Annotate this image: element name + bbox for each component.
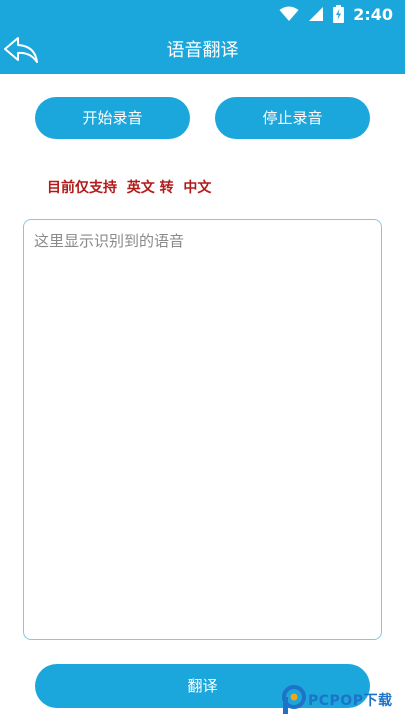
- wifi-icon: [279, 6, 299, 21]
- stop-record-button[interactable]: 停止录音: [215, 97, 370, 139]
- status-icons: 2:40: [279, 3, 393, 25]
- status-bar: 2:40: [0, 0, 405, 28]
- recognized-speech-textarea[interactable]: [23, 219, 382, 640]
- pcpop-logo-icon: [282, 685, 306, 714]
- watermark: PCPOP下载: [280, 680, 405, 720]
- status-time: 2:40: [353, 4, 393, 24]
- support-hint: 目前仅支持 英文 转 中文: [47, 180, 212, 196]
- start-record-button[interactable]: 开始录音: [35, 97, 190, 139]
- watermark-text: PCPOP下载: [308, 693, 393, 709]
- signal-icon: [309, 7, 324, 21]
- page-title: 语音翻译: [166, 40, 239, 61]
- battery-icon: [333, 5, 345, 23]
- app-bar: 语音翻译: [0, 28, 405, 74]
